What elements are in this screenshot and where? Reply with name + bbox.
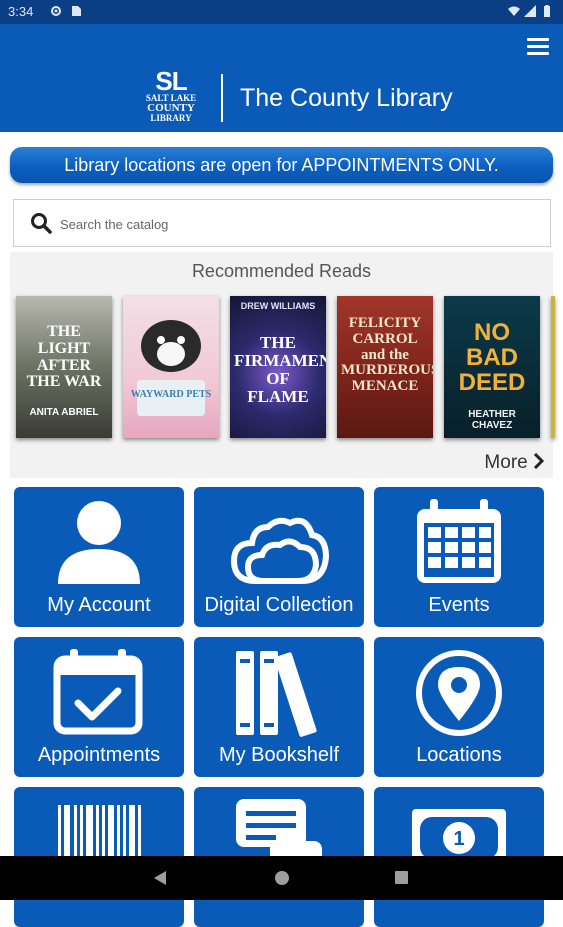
- tile-my-bookshelf[interactable]: My Bookshelf: [194, 637, 364, 777]
- book-cover[interactable]: WAYWARD PETS: [123, 296, 219, 438]
- book-title: THE LIGHT AFTER THE WAR: [26, 323, 102, 391]
- book-title: THE FIRMAMENT OF FLAME: [234, 333, 326, 406]
- tile-locations[interactable]: Locations: [374, 637, 544, 777]
- battery-icon: [544, 5, 550, 17]
- appointments-banner[interactable]: Library locations are open for APPOINTME…: [10, 147, 553, 183]
- wifi-icon: [508, 6, 520, 16]
- home-icon[interactable]: [275, 871, 289, 885]
- book-cover[interactable]: DREW WILLIAMS THE FIRMAMENT OF FLAME: [230, 296, 326, 438]
- book-cover[interactable]: NO BAD DEED HEATHER CHAVEZ: [444, 296, 540, 438]
- recommended-reads: Recommended Reads THE LIGHT AFTER THE WA…: [10, 252, 555, 478]
- sim-card-icon: [72, 6, 81, 16]
- catalog-search[interactable]: [13, 199, 551, 247]
- svg-text:1: 1: [453, 828, 464, 850]
- chevron-right-icon: [533, 452, 545, 470]
- menu-icon[interactable]: [527, 38, 549, 55]
- book-cover-partial[interactable]: [551, 296, 555, 438]
- more-label: More: [484, 452, 528, 473]
- tile-appointments[interactable]: Appointments: [14, 637, 184, 777]
- system-navigation-bar: [0, 856, 563, 900]
- status-time: 3:34: [8, 4, 34, 19]
- more-link[interactable]: More: [484, 452, 545, 474]
- tile-label: Events: [428, 594, 490, 616]
- search-icon: [31, 213, 52, 234]
- logo-line: LIBRARY: [150, 113, 192, 123]
- recent-apps-icon[interactable]: [395, 871, 408, 884]
- tile-digital-collection[interactable]: Digital Collection: [194, 487, 364, 627]
- header-divider: [221, 74, 223, 122]
- tile-label: Digital Collection: [204, 594, 354, 616]
- tile-label: My Bookshelf: [218, 744, 340, 766]
- library-logo: SL SALT LAKE COUNTY LIBRARY: [140, 68, 202, 124]
- signal-icon: [524, 5, 536, 17]
- app-header: SL SALT LAKE COUNTY LIBRARY The County L…: [0, 24, 563, 132]
- tile-my-account[interactable]: My Account: [14, 487, 184, 627]
- tile-label: My Account: [47, 594, 151, 616]
- logo-mark: SL: [155, 66, 187, 96]
- book-cover[interactable]: THE LIGHT AFTER THE WAR ANITA ABRIEL: [16, 296, 112, 438]
- nav-buttons: [154, 871, 408, 885]
- back-icon[interactable]: [154, 871, 166, 885]
- book-title: FELICITY CARROL and the MURDEROUS MENACE: [341, 315, 433, 394]
- book-author: DREW WILLIAMS: [240, 301, 316, 311]
- book-title: NO BAD DEED: [458, 319, 526, 397]
- status-bar: 3:34: [0, 0, 563, 24]
- search-input[interactable]: [58, 213, 532, 235]
- tile-label: Locations: [416, 744, 502, 766]
- book-cover[interactable]: FELICITY CARROL and the MURDEROUS MENACE: [337, 296, 433, 438]
- book-author: HEATHER CHAVEZ: [468, 409, 516, 431]
- tile-events[interactable]: Events: [374, 487, 544, 627]
- tile-label: Appointments: [37, 744, 161, 766]
- brand-title: The County Library: [240, 84, 453, 112]
- dog-illustration: [141, 320, 201, 372]
- book-author: ANITA ABRIEL: [29, 407, 99, 418]
- section-title: Recommended Reads: [191, 261, 372, 281]
- settings-icon: [51, 6, 61, 16]
- book-title: WAYWARD PETS: [130, 389, 212, 400]
